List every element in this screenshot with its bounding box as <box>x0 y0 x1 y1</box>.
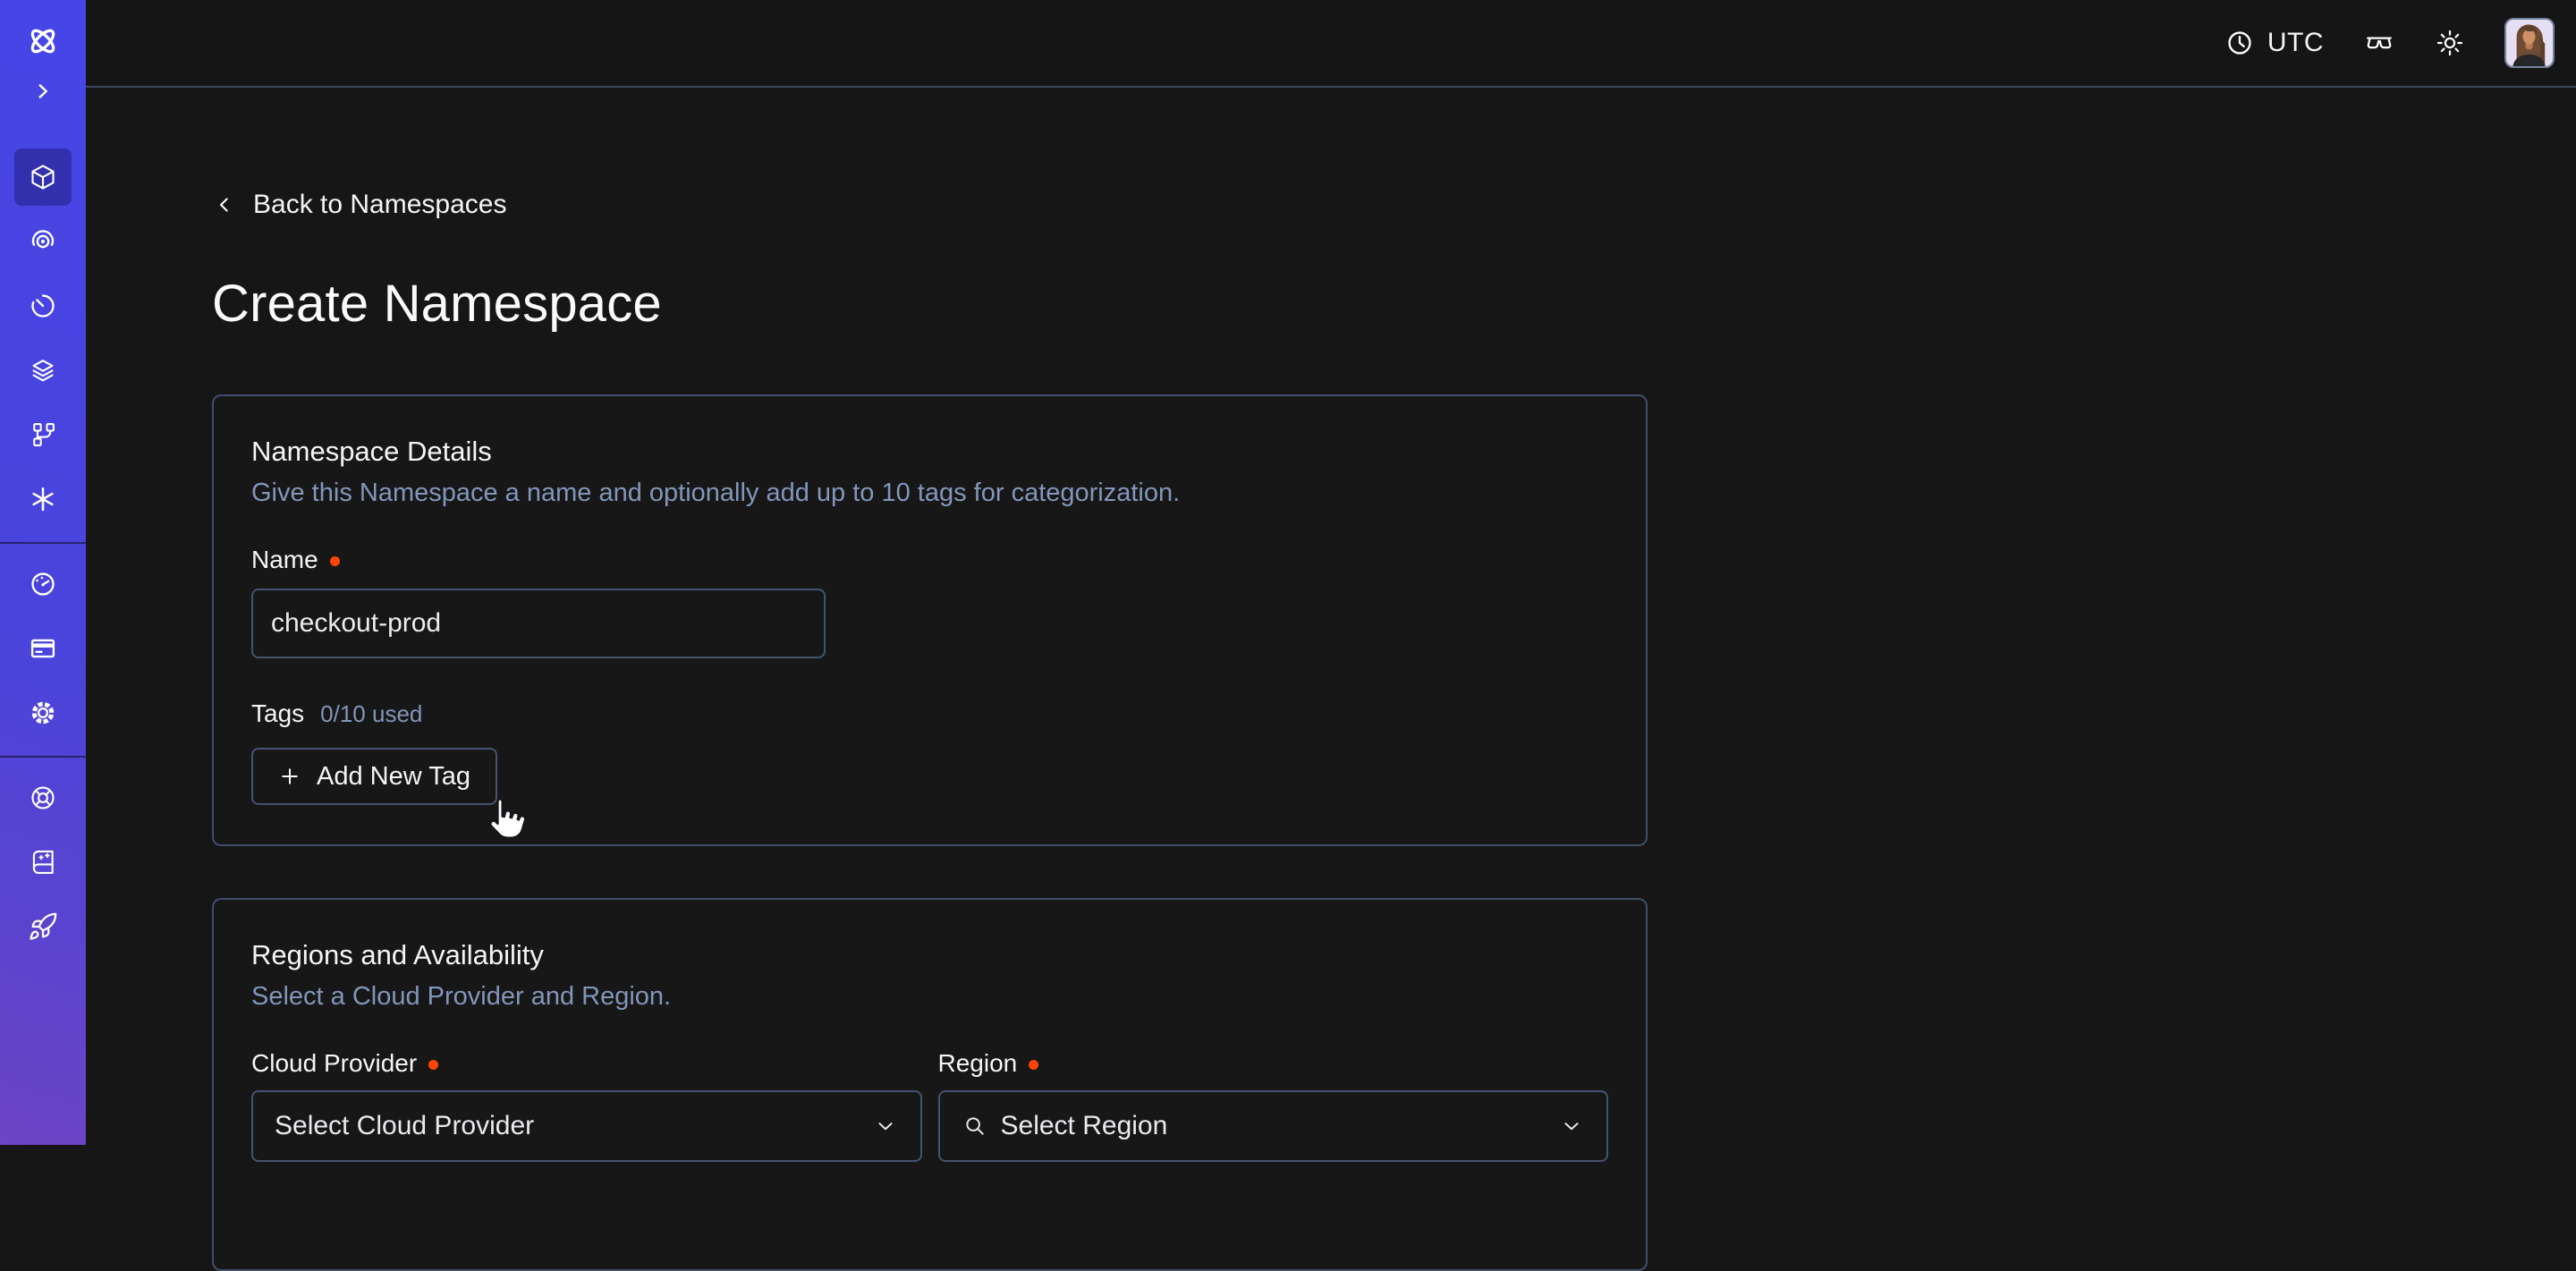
card-title: Namespace Details <box>251 436 1608 468</box>
search-icon <box>962 1113 988 1140</box>
chevron-down-icon <box>872 1113 899 1140</box>
namespace-name-input[interactable] <box>251 589 826 658</box>
gauge-icon <box>28 569 58 599</box>
timer-icon <box>28 291 58 321</box>
sidebar-item-timer[interactable] <box>14 277 72 335</box>
add-new-tag-label: Add New Tag <box>317 762 470 792</box>
add-new-tag-button[interactable]: Add New Tag <box>251 748 497 805</box>
main-content: Back to Namespaces Create Namespace Name… <box>86 89 2576 1145</box>
name-label-row: Name <box>251 546 1608 574</box>
plus-icon <box>278 765 301 788</box>
cloud-provider-field: Cloud Provider Select Cloud Provider <box>251 1012 922 1162</box>
chevron-left-icon <box>212 192 237 217</box>
sidebar-expand-button[interactable] <box>14 73 72 109</box>
sidebar-item-usage[interactable] <box>14 555 72 613</box>
sidebar-item-settings[interactable] <box>14 684 72 741</box>
topbar: UTC <box>86 0 2576 88</box>
back-to-namespaces-link[interactable]: Back to Namespaces <box>212 190 506 220</box>
branch-icon <box>28 419 58 450</box>
sidebar-item-asterisk[interactable] <box>14 470 72 528</box>
card-subtitle: Give this Namespace a name and optionall… <box>251 479 1608 508</box>
tags-label-row: Tags 0/10 used <box>251 699 1608 728</box>
card-title: Regions and Availability <box>251 939 1608 971</box>
region-field: Region Select Region <box>938 1012 1609 1162</box>
glasses-icon <box>2363 27 2395 59</box>
timezone-label: UTC <box>2267 28 2324 58</box>
chevron-down-icon <box>1558 1113 1585 1140</box>
cube-icon <box>28 162 58 192</box>
radar-icon <box>28 226 58 257</box>
sidebar-divider <box>0 542 86 544</box>
card-subtitle: Select a Cloud Provider and Region. <box>251 982 1608 1012</box>
sidebar-divider <box>0 756 86 758</box>
user-avatar[interactable] <box>2504 18 2555 68</box>
required-indicator <box>1029 1060 1038 1070</box>
sidebar-item-layers[interactable] <box>14 342 72 399</box>
create-namespace-page: { "topbar": { "timezone": "UTC", "icons"… <box>0 0 2576 1145</box>
region-placeholder: Select Region <box>1001 1111 1168 1141</box>
required-indicator <box>330 556 340 566</box>
provider-region-row: Cloud Provider Select Cloud Provider Reg… <box>251 1012 1608 1162</box>
regions-availability-card: Regions and Availability Select a Cloud … <box>212 898 1648 1271</box>
timezone-button[interactable]: UTC <box>2224 28 2324 58</box>
sidebar-item-getting-started[interactable] <box>14 898 72 955</box>
name-label: Name <box>251 546 318 574</box>
namespace-details-card: Namespace Details Give this Namespace a … <box>212 394 1648 846</box>
tags-usage-count: 0/10 used <box>320 700 422 728</box>
book-sparkles-icon <box>28 847 58 877</box>
layers-icon <box>28 355 58 386</box>
page-title: Create Namespace <box>212 274 2576 334</box>
sun-icon <box>2435 28 2465 58</box>
clock-icon <box>2224 28 2255 58</box>
avatar-image <box>2506 20 2553 66</box>
back-link-label: Back to Namespaces <box>253 190 506 220</box>
sidebar-item-namespaces[interactable] <box>14 148 72 206</box>
required-indicator <box>428 1060 438 1070</box>
reader-mode-button[interactable] <box>2363 27 2395 59</box>
rocket-icon <box>28 911 58 942</box>
sidebar-item-billing[interactable] <box>14 620 72 677</box>
sidebar <box>0 0 86 1145</box>
chevron-right-icon <box>30 78 56 105</box>
tags-label: Tags <box>251 699 304 728</box>
cloud-provider-select[interactable]: Select Cloud Provider <box>251 1090 922 1162</box>
sidebar-item-docs[interactable] <box>14 834 72 891</box>
sidebar-item-radar[interactable] <box>14 213 72 270</box>
sidebar-item-branch[interactable] <box>14 406 72 463</box>
region-label: Region <box>938 1049 1018 1078</box>
cloud-provider-placeholder: Select Cloud Provider <box>275 1111 534 1141</box>
cloud-provider-label: Cloud Provider <box>251 1049 417 1078</box>
asterisk-icon <box>28 484 58 514</box>
temporal-logo-icon[interactable] <box>14 16 72 66</box>
lifebuoy-icon <box>28 783 58 813</box>
region-select[interactable]: Select Region <box>938 1090 1609 1162</box>
gear-icon <box>28 698 58 728</box>
sidebar-item-support[interactable] <box>14 769 72 826</box>
theme-toggle-button[interactable] <box>2435 28 2465 58</box>
credit-card-icon <box>28 633 58 664</box>
